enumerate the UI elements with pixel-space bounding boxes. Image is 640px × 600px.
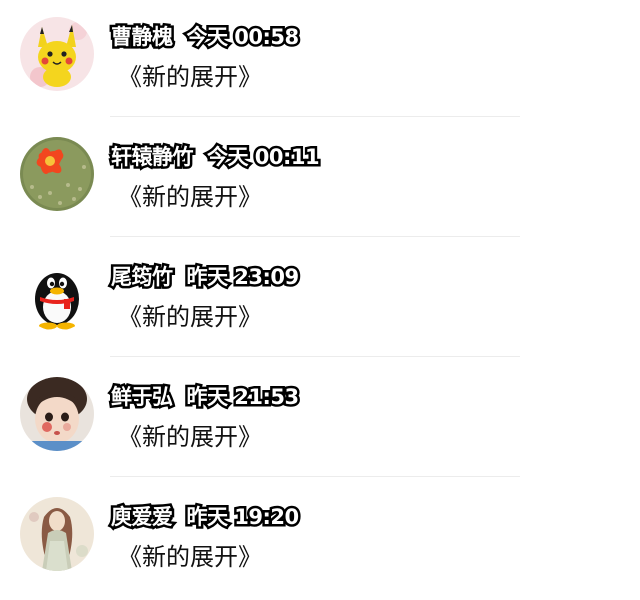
painted-girl-avatar-icon[interactable] <box>20 497 94 571</box>
comment-item[interactable]: 鲜于弘 昨天 21:53 《新的展开》 <box>0 360 640 480</box>
comment-header: 庾爱爱 昨天 19:20 <box>109 502 302 532</box>
author-name[interactable]: 尾筠竹 <box>109 263 176 292</box>
comment-item[interactable]: 庾爱爱 昨天 19:20 《新的展开》 <box>0 480 640 600</box>
comment-time: 昨天 19:20 <box>184 503 302 532</box>
qq-penguin-avatar-icon[interactable] <box>20 257 94 331</box>
comment-text: 《新的展开》 <box>118 543 262 571</box>
comment-time: 今天 00:58 <box>184 23 302 52</box>
comment-header: 鲜于弘 昨天 21:53 <box>109 382 302 412</box>
comment-header: 轩辕静竹 今天 00:11 <box>109 142 323 172</box>
divider <box>110 116 520 117</box>
divider <box>110 476 520 477</box>
comment-time: 昨天 23:09 <box>184 263 302 292</box>
comment-item[interactable]: 轩辕静竹 今天 00:11 《新的展开》 <box>0 120 640 240</box>
comment-time: 今天 00:11 <box>204 143 322 172</box>
divider <box>110 356 520 357</box>
author-name[interactable]: 庾爱爱 <box>109 503 176 532</box>
comment-list: 曹静槐 今天 00:58 《新的展开》 轩辕静竹 今天 00:11 《新的展开》… <box>0 0 640 593</box>
comment-text: 《新的展开》 <box>118 183 262 211</box>
comment-text: 《新的展开》 <box>118 303 262 331</box>
comment-item[interactable]: 曹静槐 今天 00:58 《新的展开》 <box>0 0 640 120</box>
author-name[interactable]: 鲜于弘 <box>109 383 176 412</box>
divider <box>110 236 520 237</box>
comment-header: 尾筠竹 昨天 23:09 <box>109 262 302 292</box>
cactus-flower-avatar-icon[interactable] <box>20 137 94 211</box>
comment-text: 《新的展开》 <box>118 423 262 451</box>
comment-item[interactable]: 尾筠竹 昨天 23:09 《新的展开》 <box>0 240 640 360</box>
child-photo-avatar-icon[interactable] <box>20 377 94 451</box>
comment-text: 《新的展开》 <box>118 63 262 91</box>
comment-header: 曹静槐 今天 00:58 <box>109 22 302 52</box>
author-name[interactable]: 轩辕静竹 <box>109 143 197 172</box>
comment-time: 昨天 21:53 <box>184 383 302 412</box>
author-name[interactable]: 曹静槐 <box>109 23 176 52</box>
pikachu-avatar-icon[interactable] <box>20 17 94 91</box>
